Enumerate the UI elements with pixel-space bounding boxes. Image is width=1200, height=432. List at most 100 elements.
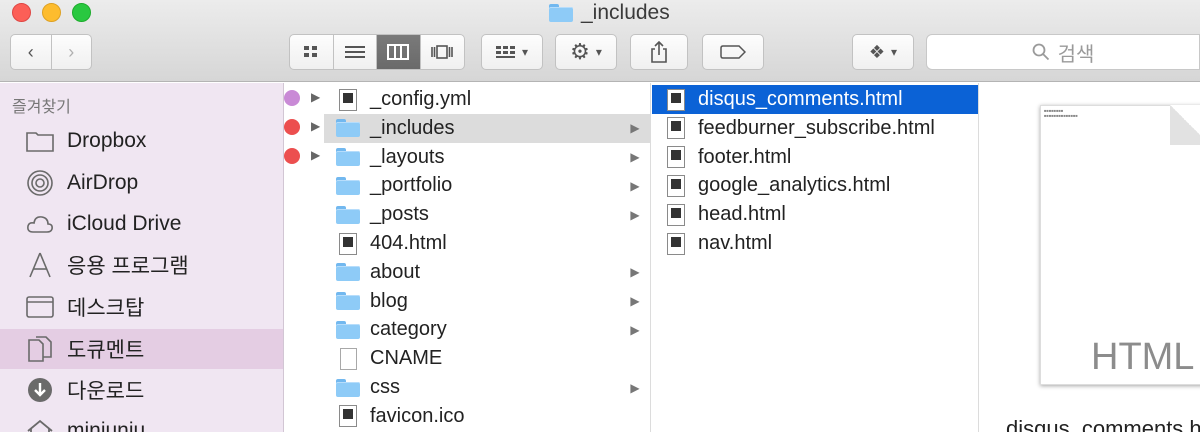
item-name: 404.html	[370, 232, 447, 254]
tag-column: ▶ ▶ ▶	[284, 83, 324, 432]
folder-row[interactable]: css ▶	[324, 373, 650, 402]
expand-arrow-icon: ▶	[630, 121, 640, 136]
item-name: nav.html	[698, 232, 773, 254]
share-button[interactable]	[630, 34, 688, 70]
folder-icon	[336, 145, 360, 169]
search-icon	[1032, 43, 1049, 61]
sidebar-item-label: Dropbox	[67, 129, 147, 152]
window-title: _includes	[549, 0, 670, 26]
chevron-down-icon: ▾	[595, 45, 602, 59]
folder-row[interactable]: _portfolio ▶	[324, 171, 650, 200]
sidebar-item-downloads[interactable]: 다운로드	[0, 370, 283, 410]
chevron-down-icon: ▾	[891, 45, 898, 59]
file-row[interactable]: nav.html	[652, 229, 978, 258]
file-row[interactable]: 404.html	[324, 229, 650, 258]
dropbox-button[interactable]: ❖ ▾	[852, 34, 914, 70]
close-window-button[interactable]	[12, 3, 31, 22]
chevron-down-icon: ▾	[521, 45, 529, 59]
page-fold	[1170, 105, 1200, 145]
browser-column-includes: disqus_comments.html feedburner_subscribe…	[652, 83, 979, 432]
file-row[interactable]: _config.yml	[324, 85, 650, 114]
file-row[interactable]: feedburner_subscribe.html	[652, 114, 978, 143]
folder-row[interactable]: _includes ▶	[324, 113, 650, 143]
chevron-left-icon: ‹	[27, 41, 34, 62]
share-icon	[651, 41, 667, 63]
dropbox-icon: ❖	[868, 41, 886, 62]
back-button[interactable]: ‹	[11, 35, 52, 69]
file-row[interactable]: google_analytics.html	[652, 171, 978, 200]
folder-icon	[336, 203, 360, 227]
item-name: category	[370, 318, 447, 341]
sidebar-item-icloud-drive[interactable]: iCloud Drive	[0, 204, 283, 244]
item-name: about	[370, 260, 421, 283]
columns-icon	[387, 44, 410, 60]
desktop-icon	[25, 292, 55, 322]
sidebar: 즐겨찾기 Dropbox AirDrop iCloud Drive 응용 프로그…	[0, 83, 284, 432]
grid-icon	[304, 46, 318, 57]
zoom-window-button[interactable]	[72, 3, 91, 22]
tags-button[interactable]	[702, 34, 764, 70]
home-icon	[25, 416, 55, 432]
folder-icon	[25, 126, 55, 156]
file-row[interactable]: CNAME	[324, 344, 650, 373]
item-name: blog	[370, 289, 408, 312]
item-name: google_analytics.html	[698, 174, 891, 197]
airdrop-icon	[25, 168, 55, 198]
folder-row[interactable]: category ▶	[324, 315, 650, 344]
gallery-view-button[interactable]	[421, 35, 464, 69]
column-view-button[interactable]	[377, 35, 421, 69]
sidebar-item-home[interactable]: minjunju	[0, 411, 283, 432]
file-icon	[336, 232, 360, 256]
item-name: disqus_comments.html	[698, 88, 903, 110]
list-icon	[344, 46, 365, 58]
sidebar-item-desktop[interactable]: 데스크탑	[0, 287, 283, 327]
sidebar-item-label: AirDrop	[67, 171, 139, 194]
disclosure-triangle[interactable]: ▶	[311, 148, 320, 162]
disclosure-triangle[interactable]: ▶	[311, 90, 320, 104]
sidebar-item-airdrop[interactable]: AirDrop	[0, 163, 283, 203]
file-icon	[664, 232, 688, 256]
file-icon	[664, 203, 688, 227]
file-row[interactable]: disqus_comments.html	[652, 85, 978, 114]
applications-icon	[25, 250, 55, 280]
navigation-buttons: ‹ ›	[10, 34, 92, 70]
arrange-button[interactable]: ▾	[481, 34, 543, 70]
file-row[interactable]: favicon.ico	[324, 402, 650, 431]
expand-arrow-icon: ▶	[630, 380, 640, 395]
folder-row[interactable]: about ▶	[324, 258, 650, 287]
arrange-grid-icon	[495, 46, 515, 58]
item-name: _includes	[370, 116, 455, 139]
item-name: feedburner_subscribe.html	[698, 116, 935, 139]
document-icon	[336, 347, 360, 371]
file-icon	[664, 116, 688, 140]
item-name: _portfolio	[370, 174, 453, 197]
expand-arrow-icon: ▶	[630, 207, 640, 222]
file-row[interactable]: footer.html	[652, 143, 978, 172]
sidebar-item-documents[interactable]: 도큐멘트	[0, 329, 283, 369]
sidebar-item-dropbox[interactable]: Dropbox	[0, 121, 283, 161]
disclosure-triangle[interactable]: ▶	[311, 119, 320, 133]
file-icon	[664, 174, 688, 198]
list-view-button[interactable]	[334, 35, 377, 69]
sidebar-item-applications[interactable]: 응용 프로그램	[0, 245, 283, 285]
file-row[interactable]: head.html	[652, 200, 978, 229]
action-menu-button[interactable]: ⚙ ▾	[555, 34, 617, 70]
gear-icon: ⚙	[570, 39, 590, 64]
sidebar-heading: 즐겨찾기	[12, 99, 71, 116]
folder-icon	[549, 4, 573, 22]
forward-button[interactable]: ›	[52, 35, 92, 69]
folder-row[interactable]: _posts ▶	[324, 200, 650, 229]
file-icon	[664, 88, 688, 112]
folder-icon	[336, 260, 360, 284]
search-field[interactable]: 검색	[926, 34, 1200, 70]
icon-view-button[interactable]	[290, 35, 334, 69]
download-icon	[25, 375, 55, 405]
folder-row[interactable]: _layouts ▶	[324, 143, 650, 172]
minimize-window-button[interactable]	[42, 3, 61, 22]
expand-arrow-icon: ▶	[630, 265, 640, 280]
folder-icon	[336, 116, 360, 140]
folder-row[interactable]: blog ▶	[324, 287, 650, 316]
preview-text-lines: ■■■■■■■■ ■■■■■■■■■■■■■■	[1044, 108, 1078, 118]
sidebar-item-label: 데스크탑	[67, 297, 145, 320]
tag-red-dot	[284, 119, 300, 135]
